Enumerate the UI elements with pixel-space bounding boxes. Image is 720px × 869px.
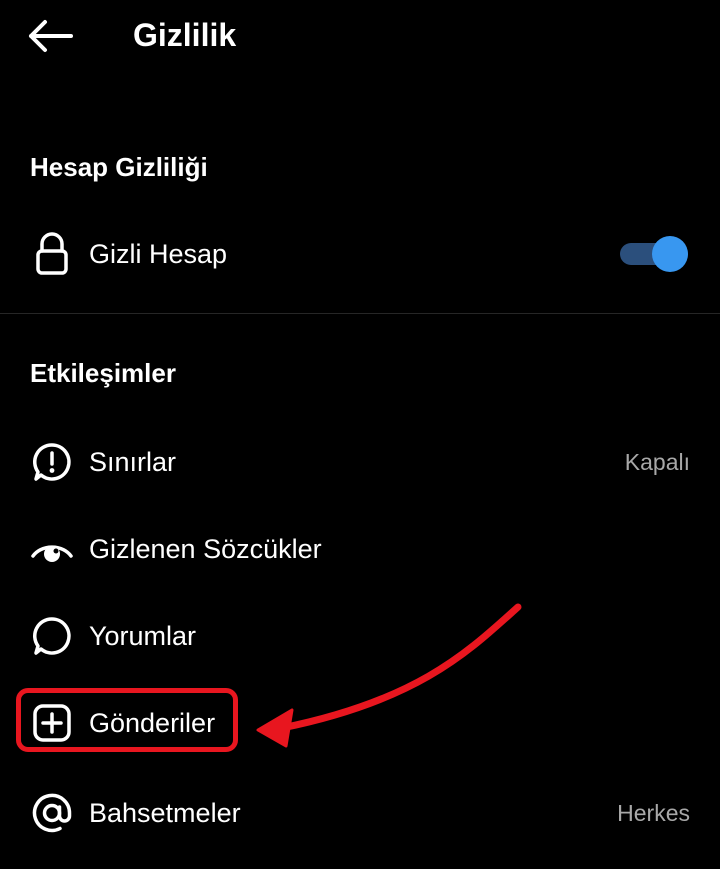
list-item-label: Yorumlar [89, 621, 197, 651]
list-item-limits[interactable]: Sınırlar Kapalı [0, 426, 720, 498]
at-sign-icon [30, 791, 74, 835]
comment-bubble-icon [30, 614, 74, 658]
list-item-label: Sınırlar [89, 447, 177, 477]
list-item-mentions[interactable]: Bahsetmeler Herkes [0, 777, 720, 849]
eye-icon [30, 527, 74, 571]
list-item-value: Herkes [617, 800, 690, 826]
list-item-label: Bahsetmeler [89, 798, 241, 828]
lock-icon [30, 232, 74, 276]
private-account-toggle[interactable] [620, 234, 688, 274]
list-item-comments[interactable]: Yorumlar [0, 600, 720, 672]
list-item-label: Gönderiler [89, 708, 216, 738]
plus-square-icon [30, 701, 74, 745]
section-title-account-privacy: Hesap Gizliliği [30, 152, 208, 182]
private-account-label: Gizli Hesap [89, 239, 228, 269]
top-bar: Gizlilik [0, 0, 720, 72]
list-item-hidden-words[interactable]: Gizlenen Sözcükler [0, 513, 720, 585]
list-item-value: Kapalı [624, 449, 690, 475]
toggle-knob [652, 236, 688, 272]
arrow-left-icon [29, 20, 73, 52]
alert-bubble-icon [30, 440, 74, 484]
list-item-label: Gizlenen Sözcükler [89, 534, 322, 564]
page-title: Gizlilik [133, 17, 237, 53]
back-button[interactable] [22, 12, 78, 60]
private-account-row[interactable]: Gizli Hesap [0, 218, 720, 290]
section-title-interactions: Etkileşimler [30, 358, 176, 388]
section-divider [0, 313, 720, 314]
list-item-posts[interactable]: Gönderiler [0, 687, 720, 759]
